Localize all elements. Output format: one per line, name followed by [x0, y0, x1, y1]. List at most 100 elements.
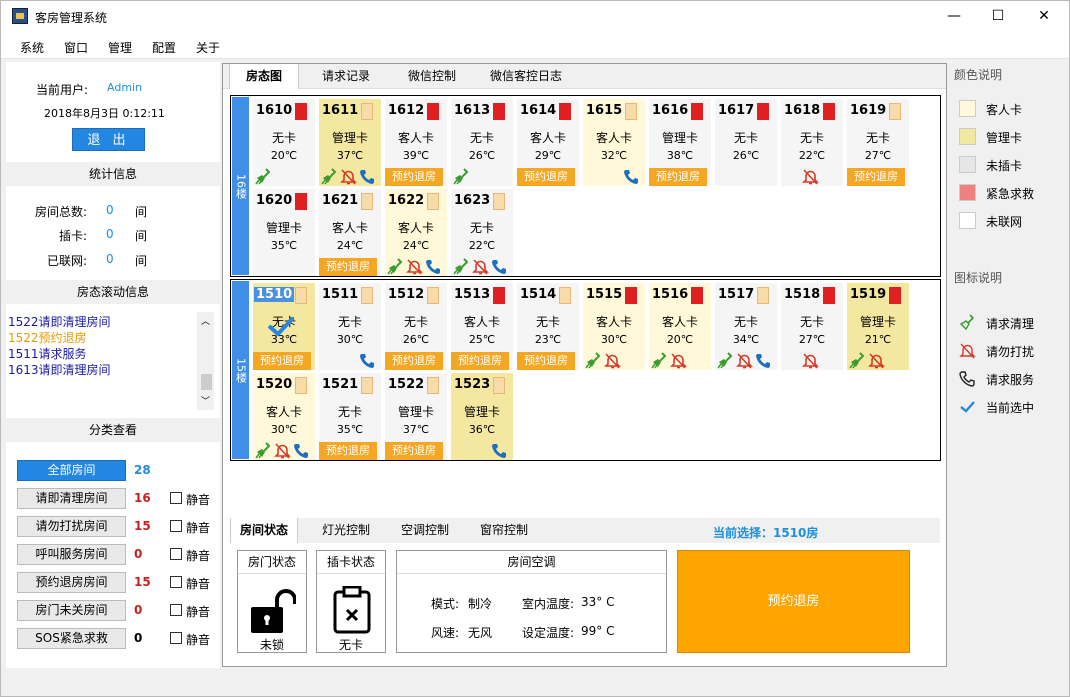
room-1619[interactable]: 1619 无卡 27℃ 预约退房: [847, 99, 909, 186]
color-legend-label: 未插卡: [986, 159, 1023, 173]
room-1618[interactable]: 1618 无卡 22℃: [781, 99, 843, 186]
room-1616[interactable]: 1616 管理卡 38℃ 预约退房: [649, 99, 711, 186]
tab-ac-control[interactable]: 空调控制: [391, 518, 459, 543]
card-indicator-icon: [625, 103, 637, 120]
card-status: 客人卡: [661, 315, 698, 329]
room-1510[interactable]: 1510 无卡 33℃ 预约退房: [253, 283, 315, 370]
phone-icon: [491, 442, 508, 459]
menu-window[interactable]: 窗口: [64, 39, 88, 56]
maximize-button[interactable]: ☐: [985, 5, 1011, 27]
stats-header: 统计信息: [6, 162, 220, 186]
room-icons: [453, 168, 513, 186]
room-1621[interactable]: 1621 客人卡 24℃ 预约退房: [319, 189, 381, 276]
room-1622[interactable]: 1622 客人卡 24℃: [385, 189, 447, 276]
broom-icon: [387, 258, 404, 275]
room-icons: [255, 442, 315, 460]
room-number: 1623: [454, 193, 491, 208]
room-1617[interactable]: 1617 无卡 26℃: [715, 99, 777, 186]
category-count: 28: [134, 463, 151, 477]
room-1512[interactable]: 1512 无卡 26℃ 预约退房: [385, 283, 447, 370]
bell-off-icon: [406, 258, 423, 275]
card-label: 插卡:: [59, 229, 88, 243]
card-status: 无卡: [535, 315, 560, 329]
menu-bar: 系统 窗口 管理 配置 关于: [1, 32, 1069, 59]
tab-room-map[interactable]: 房态图: [229, 64, 299, 89]
room-temperature: 30℃: [336, 333, 364, 346]
room-1513[interactable]: 1513 客人卡 25℃ 预约退房: [451, 283, 513, 370]
room-1614[interactable]: 1614 客人卡 29℃ 预约退房: [517, 99, 579, 186]
room-temperature: 39℃: [402, 149, 430, 162]
category-button[interactable]: SOS紧急求救: [17, 628, 126, 649]
menu-manage[interactable]: 管理: [108, 39, 132, 56]
menu-about[interactable]: 关于: [196, 39, 220, 56]
room-1511[interactable]: 1511 无卡 30℃: [319, 283, 381, 370]
room-1518[interactable]: 1518 无卡 27℃: [781, 283, 843, 370]
total-rooms-unit: 间: [135, 205, 148, 219]
mute-checkbox[interactable]: [170, 604, 182, 616]
mute-checkbox[interactable]: [170, 576, 182, 588]
room-1517[interactable]: 1517 无卡 34℃: [715, 283, 777, 370]
scroll-info-list[interactable]: 1522请即清理房间 1522预约退房 1511请求服务 1613请即清理房间: [8, 314, 208, 410]
reserve-checkout-button[interactable]: 预约退房: [677, 550, 910, 653]
mute-checkbox[interactable]: [170, 492, 182, 504]
category-button[interactable]: 呼叫服务房间: [17, 544, 126, 565]
category-button[interactable]: 请勿打扰房间: [17, 516, 126, 537]
room-1522[interactable]: 1522 管理卡 37℃ 预约退房: [385, 373, 447, 460]
room-1523[interactable]: 1523 管理卡 36℃: [451, 373, 513, 460]
category-button[interactable]: 请即清理房间: [17, 488, 126, 509]
room-1623[interactable]: 1623 无卡 22℃: [451, 189, 513, 276]
mute-checkbox[interactable]: [170, 548, 182, 560]
room-number: 1523: [454, 377, 491, 392]
category-button[interactable]: 房门未关房间: [17, 600, 126, 621]
checkout-badge: 预约退房: [385, 168, 443, 186]
room-number: 1520: [256, 377, 293, 392]
tab-request-log[interactable]: 请求记录: [311, 64, 381, 89]
close-button[interactable]: ✕: [1031, 5, 1057, 27]
scroll-up-icon[interactable]: ︿: [201, 314, 210, 327]
tab-curtain-control[interactable]: 窗帘控制: [470, 518, 538, 543]
room-1620[interactable]: 1620 管理卡 35℃: [253, 189, 315, 276]
room-1613[interactable]: 1613 无卡 26℃: [451, 99, 513, 186]
room-number: 1512: [388, 287, 425, 302]
room-temperature: 20℃: [270, 149, 298, 162]
room-1520[interactable]: 1520 客人卡 30℃: [253, 373, 315, 460]
floor-label: 16楼: [232, 97, 249, 275]
card-status: 管理卡: [331, 131, 368, 145]
room-1611[interactable]: 1611 管理卡 37℃: [319, 99, 381, 186]
card-status: 客人卡: [265, 405, 302, 419]
minimize-button[interactable]: —: [941, 5, 967, 27]
scrollbar[interactable]: ︿ ﹀: [197, 312, 214, 410]
scroll-thumb[interactable]: [201, 374, 212, 390]
tab-room-status[interactable]: 房间状态: [230, 518, 298, 543]
room-number: 1614: [520, 103, 557, 118]
tab-wechat-control[interactable]: 微信控制: [397, 64, 467, 89]
room-1515[interactable]: 1515 客人卡 30℃: [583, 283, 645, 370]
mute-checkbox[interactable]: [170, 632, 182, 644]
room-1610[interactable]: 1610 无卡 20℃: [253, 99, 315, 186]
tab-wechat-log[interactable]: 微信客控日志: [481, 64, 571, 89]
room-number: 1610: [256, 103, 293, 118]
room-1514[interactable]: 1514 无卡 23℃ 预约退房: [517, 283, 579, 370]
menu-system[interactable]: 系统: [20, 39, 44, 56]
mute-checkbox[interactable]: [170, 520, 182, 532]
room-1615[interactable]: 1615 客人卡 32℃: [583, 99, 645, 186]
checkout-badge: 预约退房: [649, 168, 707, 186]
phone-icon: [491, 258, 508, 275]
room-1519[interactable]: 1519 管理卡 21℃: [847, 283, 909, 370]
category-button[interactable]: 全部房间: [17, 460, 126, 481]
logout-button[interactable]: 退 出: [72, 128, 145, 151]
total-rooms-value: 0: [106, 203, 114, 217]
broom-icon: [585, 352, 602, 369]
tab-light-control[interactable]: 灯光控制: [312, 518, 380, 543]
card-indicator-icon: [625, 287, 637, 304]
category-button[interactable]: 预约退房房间: [17, 572, 126, 593]
room-1516[interactable]: 1516 客人卡 20℃: [649, 283, 711, 370]
card-status: 客人卡: [595, 315, 632, 329]
card-status: 无卡: [865, 131, 890, 145]
room-1612[interactable]: 1612 客人卡 39℃ 预约退房: [385, 99, 447, 186]
scroll-down-icon[interactable]: ﹀: [201, 394, 210, 407]
app-icon: [12, 8, 28, 24]
menu-config[interactable]: 配置: [152, 39, 176, 56]
card-indicator-icon: [427, 193, 439, 210]
room-1521[interactable]: 1521 无卡 35℃ 预约退房: [319, 373, 381, 460]
